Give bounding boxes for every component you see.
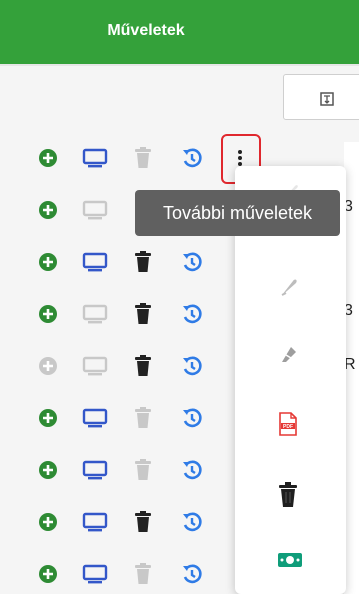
add-circle-icon[interactable] [37,407,59,429]
monitor-icon[interactable] [82,251,108,273]
header-divider [0,64,359,66]
cell-value: R [344,356,356,373]
svg-text:PDF: PDF [283,424,293,430]
monitor-icon[interactable] [82,355,108,377]
history-icon[interactable] [181,355,203,377]
history-icon[interactable] [181,251,203,273]
signature-icon [282,347,296,362]
table-row [0,141,240,175]
add-circle-icon[interactable] [37,303,59,325]
more-actions-tooltip: További műveletek [135,190,340,236]
trash-icon[interactable] [134,147,152,169]
trash-icon[interactable] [134,251,152,273]
trash-icon[interactable] [134,459,152,481]
menu-item-signature[interactable] [235,330,346,376]
monitor-icon[interactable] [82,407,108,429]
menu-item-pdf[interactable]: PDF [235,400,346,446]
history-icon[interactable] [181,303,203,325]
column-title: Műveletek [107,22,185,39]
monitor-icon[interactable] [82,459,108,481]
monitor-icon[interactable] [82,511,108,533]
trash-icon [279,482,297,507]
pdf-icon: PDF [279,412,297,436]
table-row [0,453,240,487]
trash-icon[interactable] [134,511,152,533]
history-icon[interactable] [181,511,203,533]
filter-button[interactable] [283,74,359,120]
filter-icon [320,92,334,106]
trash-icon[interactable] [134,563,152,585]
trash-icon[interactable] [134,407,152,429]
cell-value: 3 [344,198,353,215]
money-icon [278,553,302,567]
more-actions-icon[interactable] [237,148,243,168]
monitor-icon[interactable] [82,199,108,221]
table-row [0,401,240,435]
add-circle-icon[interactable] [37,199,59,221]
trash-icon[interactable] [134,355,152,377]
trash-icon[interactable] [134,303,152,325]
add-circle-icon[interactable] [37,459,59,481]
table-row [0,297,240,331]
add-circle-icon[interactable] [37,355,59,377]
add-circle-icon[interactable] [37,511,59,533]
table-row [0,245,240,279]
monitor-icon[interactable] [82,563,108,585]
table-row [0,505,240,539]
history-icon[interactable] [181,407,203,429]
menu-item-feather-alt[interactable] [235,262,346,308]
add-circle-icon[interactable] [37,251,59,273]
menu-item-delete[interactable] [235,470,346,516]
history-icon[interactable] [181,147,203,169]
menu-item-money[interactable] [235,538,346,584]
monitor-icon[interactable] [82,303,108,325]
table-row [0,557,240,591]
table-row [0,349,240,383]
add-circle-icon[interactable] [37,563,59,585]
feather-icon [281,279,297,296]
table-right-edge: 3 3 R [344,142,359,594]
history-icon[interactable] [181,563,203,585]
history-icon[interactable] [181,459,203,481]
header: Műveletek [0,0,359,64]
cell-value: 3 [344,302,353,319]
add-circle-icon[interactable] [37,147,59,169]
monitor-icon[interactable] [82,147,108,169]
